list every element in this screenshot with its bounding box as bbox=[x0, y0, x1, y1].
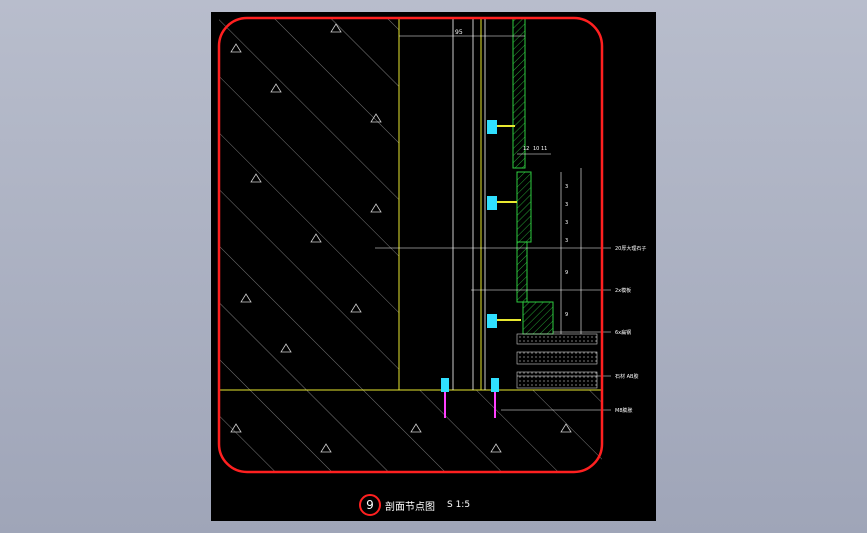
dim-small-1: 12 bbox=[523, 146, 529, 152]
dim-right-3: 3 bbox=[565, 220, 568, 226]
title-number-circle: 9 bbox=[359, 494, 381, 516]
dim-small-3: 11 bbox=[541, 146, 547, 152]
stone-cladding bbox=[512, 17, 554, 335]
dim-right-4: 3 bbox=[565, 238, 568, 244]
callout-1: 20厚大理石子 bbox=[615, 245, 646, 252]
drawing-title: 剖面节点图 bbox=[385, 501, 435, 513]
callout-5: M8膨胀 bbox=[615, 407, 633, 414]
cad-viewport[interactable]: 95 12 10 11 3 3 3 3 9 9 20厚大理石子 2x模板 6x扁… bbox=[211, 12, 656, 521]
callout-2: 2x模板 bbox=[615, 287, 631, 294]
drawing-title-block: 9 剖面节点图 S 1:5 bbox=[359, 493, 470, 517]
dim-right-5: 9 bbox=[565, 270, 568, 276]
callout-4: 石材 AB胶 bbox=[615, 373, 638, 380]
section-drawing: 95 12 10 11 3 3 3 3 9 9 20厚大理石子 2x模板 6x扁… bbox=[217, 16, 646, 474]
concrete-wall bbox=[219, 18, 602, 472]
dim-top-label: 95 bbox=[455, 29, 463, 36]
floor-layers bbox=[516, 333, 598, 389]
drawing-scale: S 1:5 bbox=[447, 500, 471, 510]
dim-right-1: 3 bbox=[565, 184, 568, 190]
dim-right-6: 9 bbox=[565, 312, 568, 318]
dim-right-2: 3 bbox=[565, 202, 568, 208]
frame-lines bbox=[452, 18, 486, 390]
dim-small-2: 10 bbox=[533, 146, 539, 152]
callout-3: 6x扁钢 bbox=[615, 329, 631, 336]
